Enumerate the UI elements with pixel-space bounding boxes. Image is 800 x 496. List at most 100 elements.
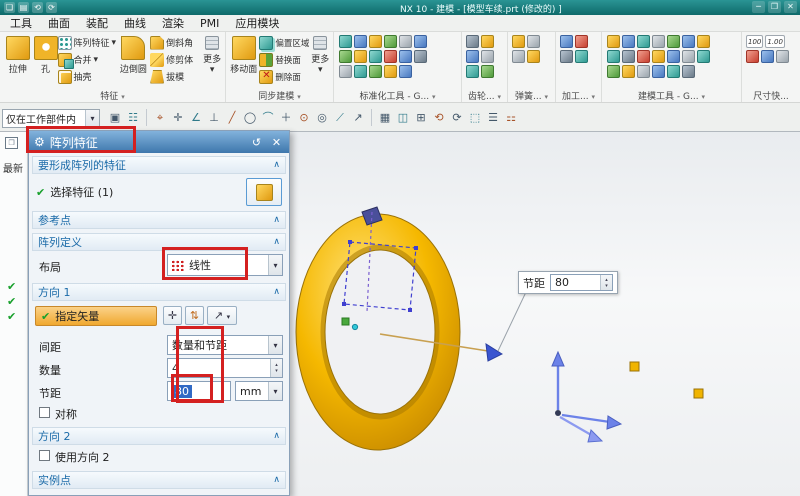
- machining-group-label[interactable]: 加工... ▾: [556, 89, 601, 102]
- pattern-drag-handles[interactable]: [551, 350, 623, 443]
- layout-dropdown[interactable]: 线性 ▾: [167, 254, 283, 276]
- chevron-up-icon[interactable]: ∧: [273, 287, 280, 297]
- dialog-reset-icon[interactable]: ↺: [249, 136, 264, 149]
- move-face-button[interactable]: 移动面: [228, 34, 259, 75]
- chevron-up-icon[interactable]: ∧: [273, 475, 280, 485]
- edge-blend-button[interactable]: 边倒圆: [117, 34, 150, 75]
- toolbar-icon[interactable]: [575, 50, 588, 63]
- toolbar-icon[interactable]: [369, 65, 382, 78]
- toolbar-icon[interactable]: [527, 50, 540, 63]
- feature-more-button[interactable]: 更多 ▾: [201, 34, 223, 75]
- toolbar-icon[interactable]: [466, 35, 479, 48]
- toolbar-icon[interactable]: [354, 35, 367, 48]
- ring-solid[interactable]: [295, 213, 461, 451]
- pattern-feature-button[interactable]: 阵列特征 ▾: [57, 34, 117, 51]
- toolbar-icon[interactable]: [354, 50, 367, 63]
- toolbar-icon[interactable]: [560, 35, 573, 48]
- toolbar-icon[interactable]: ⟳: [448, 108, 466, 127]
- trim-body-button[interactable]: 修剪体: [150, 51, 201, 68]
- toolbar-icon[interactable]: [667, 50, 680, 63]
- toolbar-icon[interactable]: [512, 35, 525, 48]
- pattern-instance-preview[interactable]: [629, 361, 704, 399]
- reverse-direction-icon[interactable]: ⇅: [185, 306, 204, 325]
- toolbar-icon[interactable]: [637, 65, 650, 78]
- toolbar-icon[interactable]: ↗: [349, 108, 367, 127]
- use-direction2-checkbox[interactable]: [39, 450, 50, 461]
- toolbar-icon[interactable]: ⊥: [205, 108, 223, 127]
- toolbar-icon[interactable]: ◯: [241, 108, 259, 127]
- unit-dropdown[interactable]: mm ▾: [235, 381, 283, 401]
- toolbar-icon[interactable]: ☰: [484, 108, 502, 127]
- toolbar-icon[interactable]: ＋: [277, 108, 295, 127]
- offset-region-button[interactable]: 偏置区域: [259, 34, 309, 51]
- toolbar-icon[interactable]: [399, 65, 412, 78]
- toolbar-icon[interactable]: [560, 50, 573, 63]
- toolbar-icon[interactable]: ☷: [124, 108, 142, 127]
- toolbar-icon[interactable]: [607, 65, 620, 78]
- toolbar-icon[interactable]: [466, 50, 479, 63]
- minimize-button[interactable]: ─: [752, 1, 765, 13]
- specify-vector-step[interactable]: ✔ 指定矢量: [35, 306, 157, 326]
- toolbar-icon[interactable]: ⬚: [466, 108, 484, 127]
- toolbar-icon[interactable]: [384, 35, 397, 48]
- tab-assembly[interactable]: 装配: [86, 15, 108, 31]
- spacing-dropdown[interactable]: 数量和节距 ▾: [167, 335, 283, 355]
- toolbar-icon[interactable]: [575, 35, 588, 48]
- history-check-icon[interactable]: ✔: [7, 310, 16, 323]
- dialog-title-bar[interactable]: ⚙ 阵列特征 ↺ ✕: [29, 131, 289, 153]
- toolbar-icon[interactable]: [667, 35, 680, 48]
- tab-surface[interactable]: 曲面: [48, 15, 70, 31]
- panel-icon[interactable]: ❒: [5, 137, 18, 149]
- section-direction-2[interactable]: 方向 2 ∧: [32, 427, 286, 445]
- toolbar-icon[interactable]: [607, 35, 620, 48]
- toolbar-icon[interactable]: [746, 50, 759, 63]
- hole-button[interactable]: 孔: [33, 34, 58, 75]
- toolbar-icon[interactable]: [354, 65, 367, 78]
- toolbar-icon[interactable]: [414, 50, 427, 63]
- chevron-up-icon[interactable]: ∧: [273, 431, 280, 441]
- chevron-down-icon[interactable]: ▾: [268, 382, 282, 400]
- maximize-button[interactable]: ❐: [768, 1, 781, 13]
- datum-origin-square[interactable]: [341, 317, 350, 326]
- section-pattern-definition[interactable]: 阵列定义 ∧: [32, 233, 286, 251]
- delete-face-button[interactable]: 删除面: [259, 68, 309, 85]
- toolbar-icon[interactable]: ⊞: [412, 108, 430, 127]
- toolbar-icon[interactable]: [622, 35, 635, 48]
- toolbar-icon[interactable]: [481, 65, 494, 78]
- toolbar-icon[interactable]: ∠: [187, 108, 205, 127]
- toolbar-icon[interactable]: [339, 50, 352, 63]
- toolbar-icon[interactable]: [652, 65, 665, 78]
- chevron-up-icon[interactable]: ∧: [273, 237, 280, 247]
- spinner-icon[interactable]: ▴ ▾: [270, 359, 282, 377]
- chevron-down-icon[interactable]: ▾: [268, 336, 282, 354]
- replace-face-button[interactable]: 替换面: [259, 51, 309, 68]
- tab-application[interactable]: 应用模块: [235, 15, 279, 31]
- select-feature-row[interactable]: ✔ 选择特征 (1): [32, 177, 286, 207]
- toolbar-icon[interactable]: [682, 65, 695, 78]
- redo-icon[interactable]: ⟳: [46, 2, 57, 13]
- toolbar-icon[interactable]: [637, 35, 650, 48]
- tab-render[interactable]: 渲染: [162, 15, 184, 31]
- toolbar-icon[interactable]: [512, 50, 525, 63]
- toolbar-icon[interactable]: [697, 50, 710, 63]
- viewport-3d-canvas[interactable]: [290, 132, 800, 496]
- dialog-close-icon[interactable]: ✕: [269, 136, 284, 149]
- dim-100-icon[interactable]: 100: [746, 35, 764, 48]
- toolbar-icon[interactable]: ◎: [313, 108, 331, 127]
- toolbar-icon[interactable]: [667, 65, 680, 78]
- toolbar-icon[interactable]: [399, 35, 412, 48]
- toolbar-icon[interactable]: [527, 35, 540, 48]
- count-field[interactable]: 4 ▴ ▾: [167, 358, 283, 378]
- dimension-group-label[interactable]: 尺寸快...: [742, 89, 800, 102]
- history-check-icon[interactable]: ✔: [7, 280, 16, 293]
- modeling-tools-group-label[interactable]: 建模工具 - G... ▾: [602, 89, 741, 102]
- toolbar-icon[interactable]: [652, 50, 665, 63]
- toolbar-icon[interactable]: [637, 50, 650, 63]
- toolbar-icon[interactable]: ▦: [376, 108, 394, 127]
- toolbar-icon[interactable]: ▣: [106, 108, 124, 127]
- draft-button[interactable]: 拔模: [150, 68, 201, 85]
- toolbar-icon[interactable]: [776, 50, 789, 63]
- toolbar-icon[interactable]: [369, 35, 382, 48]
- toolbar-icon[interactable]: [339, 65, 352, 78]
- toolbar-icon[interactable]: ⚏: [502, 108, 520, 127]
